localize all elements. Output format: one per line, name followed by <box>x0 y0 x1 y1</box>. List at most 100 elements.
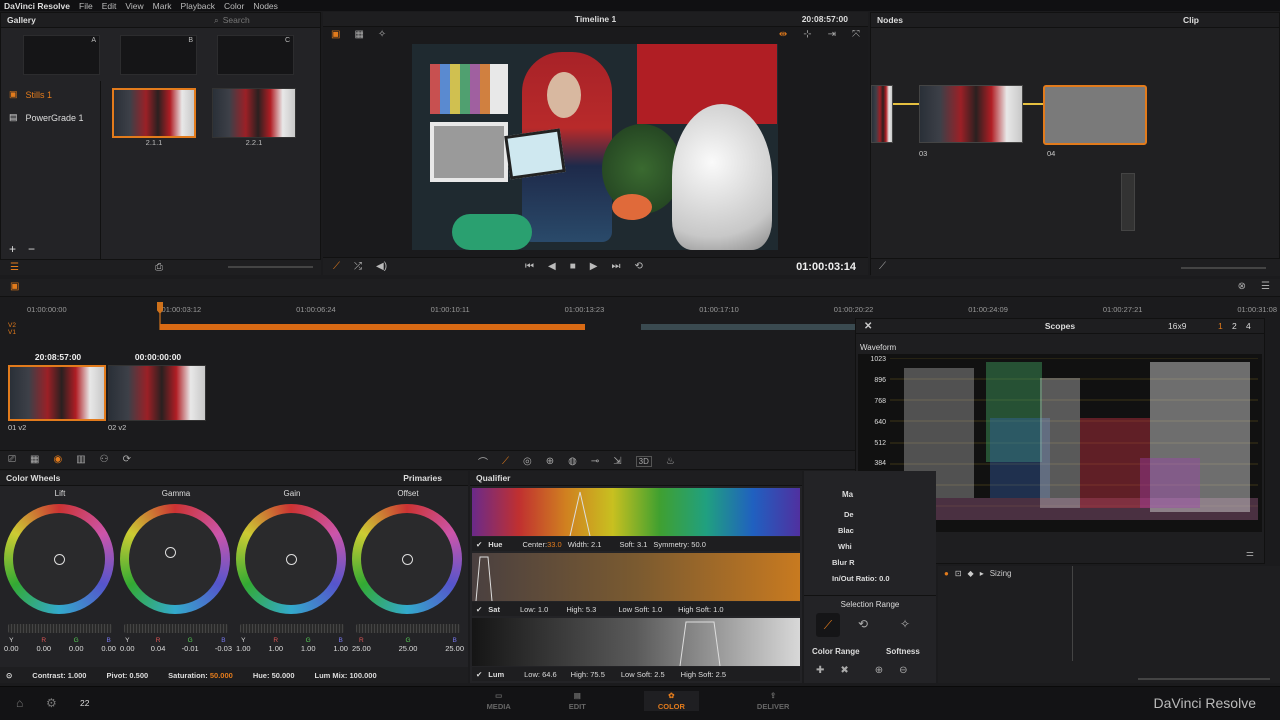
position-icon[interactable]: ⊹ <box>803 29 811 40</box>
sat-range-graph[interactable] <box>472 553 800 601</box>
search-input[interactable]: Search <box>223 15 250 26</box>
scopes-aspect[interactable]: 16x9 <box>1168 321 1186 331</box>
scope-settings-icon[interactable]: ⚌ <box>1246 548 1254 559</box>
qualifier-icon[interactable]: ⟋ <box>502 456 509 467</box>
tab-color[interactable]: ✿ COLOR <box>643 691 699 711</box>
blur-icon[interactable]: ◍ <box>568 456 577 467</box>
clip-thumbnail[interactable] <box>108 365 206 421</box>
split-viewer-icon[interactable]: ▦ <box>354 29 363 40</box>
subtract-softness-icon[interactable]: ⊖ <box>899 665 907 676</box>
scope-view-2[interactable]: 2 <box>1232 321 1237 331</box>
go-start-icon[interactable]: ⏮ <box>525 261 534 272</box>
hue-field[interactable]: Hue: 50.000 <box>253 671 295 680</box>
lift-puck[interactable] <box>54 554 65 565</box>
tab-edit[interactable]: ▤ EDIT <box>569 691 586 711</box>
diamond-icon[interactable]: ◆ <box>968 569 974 578</box>
key-icon[interactable]: ⊸ <box>591 456 599 467</box>
subtract-color-icon[interactable]: ✖ <box>840 665 848 676</box>
close-icon[interactable]: ✕ <box>864 321 872 332</box>
timeline-clip-01[interactable]: 20:08:57:00 01 v2 <box>8 352 108 432</box>
hue-symmetry[interactable]: Symmetry: 50.0 <box>653 540 706 549</box>
lum-range-graph[interactable] <box>472 618 800 666</box>
shuffle-icon[interactable]: ⤮ <box>354 261 362 272</box>
menu-nodes[interactable]: Nodes <box>253 1 278 11</box>
lift-master-slider[interactable] <box>8 624 112 633</box>
sat-high-soft[interactable]: High Soft: 1.0 <box>678 605 723 614</box>
3d-button[interactable]: 3D <box>635 456 652 467</box>
timeline-icon[interactable]: ▣ <box>10 281 19 292</box>
dropper-icon[interactable]: ♨ <box>666 456 675 467</box>
timeline-clip-02[interactable]: 00:00:00:00 02 v2 <box>108 352 208 432</box>
timeline-menu-icon[interactable]: ☰ <box>1261 281 1270 292</box>
reset-icon[interactable]: ⊙ <box>6 671 12 680</box>
node-tool-icon[interactable]: ⟋ <box>879 261 886 272</box>
clip-thumbnail[interactable] <box>8 365 106 421</box>
hue-width[interactable]: Width: 2.1 <box>568 540 602 549</box>
lum-mix-field[interactable]: Lum Mix: 100.000 <box>315 671 377 680</box>
gallery-search[interactable]: ⌕ Search <box>214 15 314 26</box>
pivot-field[interactable]: Pivot: 0.500 <box>106 671 148 680</box>
lock-icon[interactable]: ⊡ <box>955 569 962 578</box>
magic-wand-icon[interactable]: ✧ <box>378 29 386 40</box>
viewer-image[interactable] <box>412 44 778 250</box>
stop-icon[interactable]: ■ <box>570 261 576 272</box>
go-end-icon[interactable]: ⏭ <box>611 261 620 272</box>
hue-soft[interactable]: Soft: 3.1 <box>619 540 647 549</box>
gain-wheel[interactable] <box>236 504 346 614</box>
node-zoom-slider[interactable] <box>1181 267 1266 269</box>
menu-mark[interactable]: Mark <box>153 1 172 11</box>
list-view-icon[interactable]: ☰ <box>10 262 19 273</box>
album-stills-1[interactable]: ▣ Stills 1 <box>1 81 100 108</box>
softness-picker-icon[interactable]: ✧ <box>900 617 910 631</box>
tab-media[interactable]: ▭ MEDIA <box>487 691 511 711</box>
scope-type-select[interactable]: Waveform <box>860 343 896 352</box>
thumbnail-size-slider[interactable] <box>228 266 313 268</box>
sizing-track[interactable]: ● ⊡ ◆ ▸ Sizing <box>944 569 1012 578</box>
timeline-option-icon[interactable]: ⊗ <box>1238 281 1246 292</box>
menu-app[interactable]: DaVinci Resolve <box>4 1 70 11</box>
add-album-button[interactable]: + <box>9 242 16 256</box>
lum-checkbox[interactable]: ✔ <box>476 670 482 679</box>
add-color-icon[interactable]: ✚ <box>816 665 824 676</box>
curves-icon[interactable]: ⌒ <box>478 454 488 469</box>
gain-puck[interactable] <box>286 554 297 565</box>
remove-album-button[interactable]: − <box>28 242 35 256</box>
clip-track-bar[interactable] <box>160 324 585 330</box>
wipe-icon[interactable]: ⇹ <box>779 29 787 40</box>
single-viewer-icon[interactable]: ▣ <box>331 29 340 40</box>
gain-master-slider[interactable] <box>240 624 344 633</box>
sat-low[interactable]: Low: 1.0 <box>520 605 548 614</box>
in-out-ratio[interactable]: In/Out Ratio: 0.0 <box>832 574 890 583</box>
still-slot-a[interactable]: A <box>23 35 100 75</box>
gamma-wheel[interactable] <box>120 504 230 614</box>
home-icon[interactable]: ⌂ <box>16 696 23 710</box>
gamma-master-slider[interactable] <box>124 624 228 633</box>
lift-wheel[interactable] <box>4 504 114 614</box>
lum-low[interactable]: Low: 64.6 <box>524 670 557 679</box>
lum-high[interactable]: High: 75.5 <box>571 670 605 679</box>
tab-deliver[interactable]: ⇪ DELIVER <box>757 691 790 711</box>
color-wheels-icon[interactable]: ◉ <box>53 454 62 465</box>
menu-edit[interactable]: Edit <box>102 1 117 11</box>
still-slot-c[interactable]: C <box>217 35 294 75</box>
still-slot-b[interactable]: B <box>120 35 197 75</box>
hue-center[interactable]: Center:33.0 <box>522 540 561 549</box>
still-item[interactable]: 2.2.1 <box>212 88 296 147</box>
flip-icon[interactable]: ⇥ <box>828 29 836 40</box>
node-03[interactable] <box>919 85 1023 143</box>
menu-view[interactable]: View <box>125 1 143 11</box>
add-softness-icon[interactable]: ⊕ <box>875 665 883 676</box>
still-item[interactable]: 2.1.1 <box>112 88 196 147</box>
rotate-icon[interactable]: ⟳ <box>123 454 131 465</box>
timeline-ruler[interactable]: 01:00:00:00 01:00:03:12 01:00:06:24 01:0… <box>27 305 1277 314</box>
hue-range-graph[interactable] <box>472 488 800 536</box>
lum-high-soft[interactable]: High Soft: 2.5 <box>681 670 726 679</box>
menu-file[interactable]: File <box>79 1 93 11</box>
sat-checkbox[interactable]: ✔ <box>476 605 482 614</box>
saturation-field[interactable]: Saturation: 50.000 <box>168 671 233 680</box>
offset-puck[interactable] <box>402 554 413 565</box>
scope-view-4[interactable]: 4 <box>1246 321 1251 331</box>
offset-master-slider[interactable] <box>356 624 460 633</box>
volume-icon[interactable]: ◀︎) <box>376 261 387 272</box>
motion-effects-icon[interactable]: ⚇ <box>100 454 109 465</box>
